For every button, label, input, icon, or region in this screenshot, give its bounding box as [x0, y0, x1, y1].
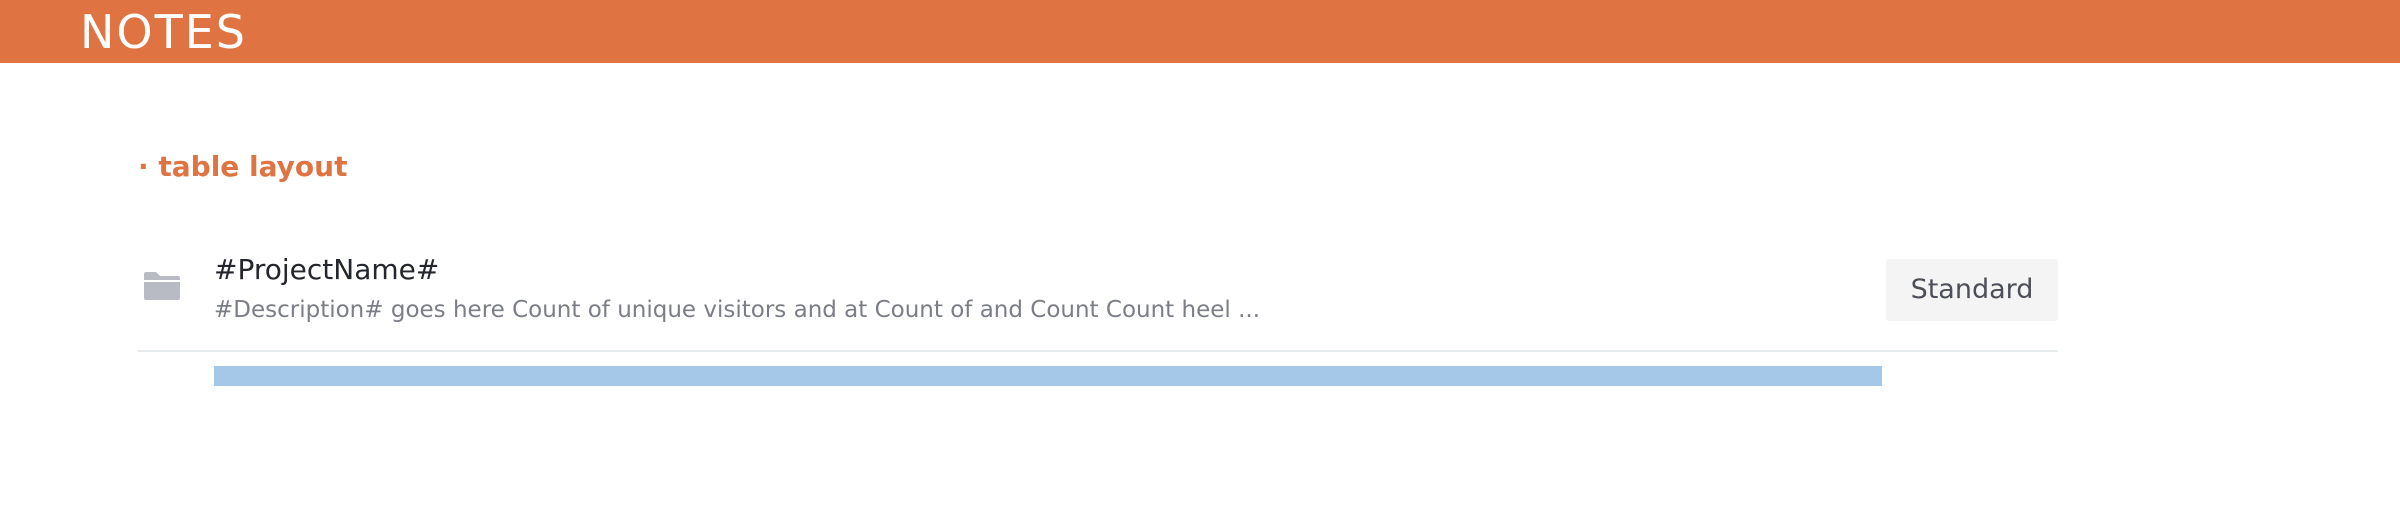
- section-label: · table layout: [138, 150, 348, 183]
- plan-badge: Standard: [1886, 259, 2058, 321]
- project-row[interactable]: #ProjectName# #Description# goes here Co…: [138, 240, 2058, 352]
- app-header: NOTES: [0, 0, 2400, 63]
- progress-fill: [214, 366, 1882, 386]
- project-description: #Description# goes here Count of unique …: [214, 297, 1261, 323]
- page-title: NOTES: [80, 5, 247, 59]
- folder-icon: [142, 270, 182, 302]
- project-name[interactable]: #ProjectName#: [214, 252, 439, 288]
- progress-bar: [214, 366, 1882, 386]
